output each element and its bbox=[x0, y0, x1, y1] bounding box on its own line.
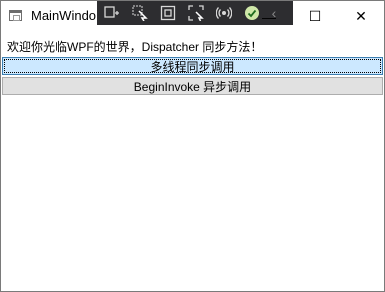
maximize-icon: ☐ bbox=[308, 8, 322, 24]
caption-controls: — ☐ ✕ bbox=[246, 1, 384, 32]
window-content: 欢迎你光临WPF的世界，Dispatcher 同步方法！ 多线程同步调用 Beg… bbox=[1, 32, 384, 291]
welcome-text: 欢迎你光临WPF的世界，Dispatcher 同步方法！ bbox=[7, 40, 263, 54]
sync-call-button[interactable]: 多线程同步调用 bbox=[2, 57, 383, 75]
minimize-icon: — bbox=[262, 8, 276, 25]
maximize-button[interactable]: ☐ bbox=[292, 1, 338, 32]
hot-reload-icon[interactable] bbox=[211, 2, 237, 24]
begin-invoke-button[interactable]: BeginInvoke 异步调用 bbox=[2, 77, 383, 95]
select-element-icon[interactable] bbox=[127, 2, 153, 24]
minimize-button[interactable]: — bbox=[246, 1, 292, 32]
live-visual-tree-icon[interactable] bbox=[99, 2, 125, 24]
window-title: MainWindo bbox=[31, 8, 97, 23]
close-button[interactable]: ✕ bbox=[338, 1, 384, 32]
close-icon: ✕ bbox=[355, 8, 367, 24]
track-focus-icon[interactable] bbox=[183, 2, 209, 24]
title-bar[interactable]: MainWindo ‹ — ☐ ✕ bbox=[1, 1, 384, 32]
main-window: MainWindo ‹ — ☐ ✕ 欢迎你光临WPF的世界，Dispatcher… bbox=[0, 0, 385, 292]
app-window-icon bbox=[9, 10, 22, 21]
display-layout-adorners-icon[interactable] bbox=[155, 2, 181, 24]
